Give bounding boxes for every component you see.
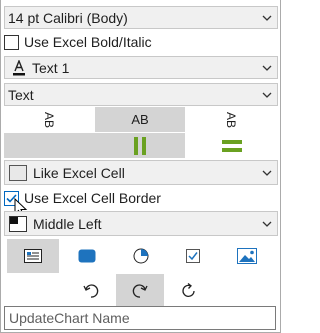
orientation-rotate-up-button[interactable]: AB <box>185 107 278 132</box>
use-cell-border-row[interactable]: Use Excel Cell Border <box>4 187 278 209</box>
fill-value: Like Excel Cell <box>33 164 125 181</box>
rotate-right-icon <box>132 284 148 298</box>
vertical-bars-icon <box>134 136 146 155</box>
rotate-right-button[interactable] <box>116 274 164 308</box>
font-color-icon <box>9 59 29 76</box>
text-type-dropdown[interactable]: Text <box>4 83 278 106</box>
position-dropdown[interactable]: Middle Left <box>4 211 278 236</box>
align-vertical-bars-button[interactable] <box>95 133 185 158</box>
chevron-down-icon <box>257 212 277 235</box>
text-color-value: Text 1 <box>32 59 70 76</box>
rounded-rect-icon <box>78 249 96 263</box>
chevron-down-icon <box>257 57 277 78</box>
align-option-1-button[interactable] <box>4 133 95 158</box>
checkbox-shape-icon <box>186 249 200 263</box>
shape-text-box-button[interactable] <box>7 239 59 273</box>
chevron-down-icon <box>257 161 277 184</box>
chevron-down-icon <box>257 7 277 28</box>
use-cell-border-label: Use Excel Cell Border <box>24 190 161 206</box>
orientation-horizontal-label: AB <box>131 112 149 127</box>
use-bold-italic-row[interactable]: Use Excel Bold/Italic <box>4 31 278 53</box>
rotate-left-icon <box>83 284 99 298</box>
font-size-dropdown[interactable]: 14 pt Calibri (Body) <box>4 6 278 29</box>
orientation-rotate-down-button[interactable]: AB <box>4 107 95 132</box>
text-color-dropdown[interactable]: Text 1 <box>4 56 278 79</box>
orientation-rotate-down-label: AB <box>42 111 57 128</box>
horizontal-bars-icon <box>221 139 242 152</box>
orientation-rotate-up-label: AB <box>224 111 239 128</box>
font-size-value: 14 pt Calibri (Body) <box>8 9 128 26</box>
shape-pie-button[interactable] <box>117 239 165 273</box>
text-box-icon <box>24 249 42 263</box>
text-type-value: Text <box>8 86 34 103</box>
chevron-down-icon <box>257 84 277 105</box>
position-value: Middle Left <box>33 215 102 232</box>
refresh-icon <box>182 283 195 297</box>
fill-dropdown[interactable]: Like Excel Cell <box>4 160 278 185</box>
fill-swatch-icon <box>9 164 27 181</box>
rotate-left-button[interactable] <box>69 274 113 308</box>
use-bold-italic-checkbox[interactable] <box>4 34 19 50</box>
orientation-horizontal-button[interactable]: AB <box>95 107 185 132</box>
picture-icon <box>237 248 257 264</box>
pie-icon <box>133 248 149 264</box>
refresh-button[interactable] <box>167 274 211 308</box>
align-horizontal-bars-button[interactable] <box>185 133 278 158</box>
shape-rounded-rect-button[interactable] <box>63 239 111 273</box>
shape-picture-button[interactable] <box>223 239 271 273</box>
border-swatch-icon <box>9 215 27 232</box>
use-bold-italic-label: Use Excel Bold/Italic <box>24 34 152 50</box>
format-panel: 14 pt Calibri (Body) Use Excel Bold/Ital… <box>0 0 281 333</box>
shape-checkbox-button[interactable] <box>169 239 217 273</box>
chart-name-input[interactable] <box>4 306 276 330</box>
